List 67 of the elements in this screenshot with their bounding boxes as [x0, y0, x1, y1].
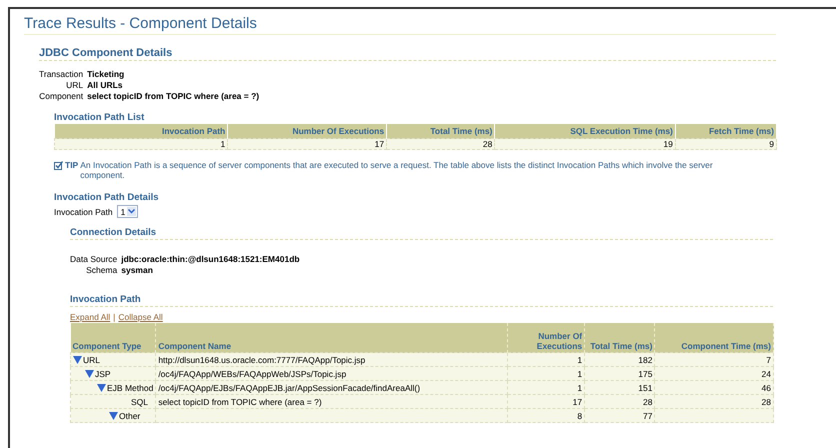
section-heading: Invocation Path List — [54, 112, 146, 123]
table-cell: 77 — [642, 410, 652, 420]
collapse-icon[interactable] — [73, 356, 82, 364]
select-label: Invocation Path — [54, 206, 113, 216]
collapse-all-link[interactable]: Collapse All — [118, 312, 163, 322]
tree-node-label: EJB Method — [107, 382, 154, 392]
field-label: Data Source — [70, 254, 118, 265]
field-label: Component — [39, 91, 84, 102]
column-header: SQL Execution Time (ms) — [494, 124, 676, 138]
tree-node-label: JSP — [95, 368, 111, 378]
field-label: Schema — [85, 265, 118, 276]
field-value: All URLs — [87, 80, 124, 91]
column-header: Total Time (ms) — [386, 124, 495, 138]
field-value: sysman — [121, 265, 154, 276]
table-cell: 19 — [494, 138, 676, 150]
caret-icon — [128, 209, 136, 214]
table-cell: 182 — [638, 354, 652, 364]
table-cell: /oc4j/FAQApp/WEBs/FAQAppWeb/JSPs/Topic.jsp — [158, 368, 346, 378]
column-header: Component Name — [156, 323, 508, 352]
checkmark-icon — [54, 161, 63, 170]
table-cell: 46 — [762, 382, 771, 392]
collapse-icon[interactable] — [97, 384, 106, 392]
column-header: Component Time (ms) — [654, 323, 774, 352]
table-cell: http://dlsun1648.us.oracle.com:7777/FAQApp/Topic.jsp — [158, 354, 366, 364]
table-cell: 8 — [577, 410, 582, 420]
page-title: Trace Results - Component Details — [24, 15, 776, 35]
table-cell: 151 — [638, 382, 652, 392]
column-header: Number Of Executions — [507, 323, 585, 352]
table-cell: 24 — [762, 368, 771, 378]
table-cell: 17 — [572, 396, 582, 406]
collapse-icon[interactable] — [109, 412, 118, 420]
column-header: Component Type — [70, 323, 156, 352]
tree-node-label: SQL — [131, 396, 148, 406]
field-value: select topicID from TOPIC where (area = ?) — [87, 91, 260, 102]
tree-node-label: URL — [83, 354, 100, 364]
table-cell: 7 — [766, 354, 771, 364]
table-cell: 9 — [675, 138, 776, 150]
table-cell: 1 — [577, 382, 582, 392]
invocation-path-select[interactable]: 1 — [116, 205, 138, 218]
table-cell: select topicID from TOPIC where (area = ?) — [158, 396, 322, 406]
field-label: URL — [65, 80, 84, 91]
column-header: Fetch Time (ms) — [675, 124, 776, 138]
table-cell: 1 — [54, 138, 228, 150]
field-value: Ticketing — [87, 69, 126, 80]
section-heading: Invocation Path — [70, 294, 773, 307]
tip-label: TIP — [65, 160, 78, 172]
field-value: jdbc:oracle:thin:@dlsun1648:1521:EM401db — [121, 254, 300, 265]
tree-node-label: Other — [119, 410, 140, 420]
table-cell: 28 — [386, 138, 495, 150]
tip-text: An Invocation Path is a sequence of server components that are executed to serve a request. The table above lists the distinct Invocation Paths which involve the server component. — [80, 160, 714, 180]
column-header: Invocation Path — [54, 124, 228, 138]
table-cell: 1 — [577, 368, 582, 378]
expand-all-link[interactable]: Expand All — [70, 312, 110, 322]
section-heading: Connection Details — [70, 227, 773, 240]
link-separator: | — [113, 312, 116, 322]
table-cell: 175 — [638, 368, 652, 378]
collapse-icon[interactable] — [85, 370, 94, 378]
table-cell: 28 — [762, 396, 771, 406]
section-heading: JDBC Component Details — [39, 47, 776, 61]
column-header: Total Time (ms) — [584, 323, 655, 352]
table-cell: 28 — [642, 396, 652, 406]
table-cell: 1 — [577, 354, 582, 364]
section-heading: Invocation Path Details — [54, 192, 160, 203]
table-cell: 17 — [228, 138, 387, 150]
column-header: Number Of Executions — [228, 124, 387, 138]
table-cell: /oc4j/FAQApp/EJBs/FAQAppEJB.jar/AppSessionFacade/findAreaAll() — [158, 382, 420, 392]
field-label: Transaction — [39, 69, 84, 80]
